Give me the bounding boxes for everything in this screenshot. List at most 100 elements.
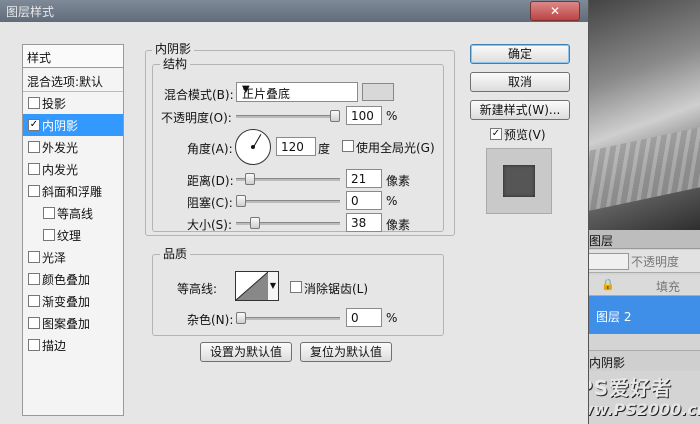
size-unit: 像素 bbox=[386, 218, 411, 232]
style-item-checkbox[interactable] bbox=[28, 97, 40, 109]
opacity-input[interactable]: 100 bbox=[346, 106, 382, 125]
size-slider-thumb[interactable] bbox=[250, 217, 261, 229]
style-item[interactable]: 斜面和浮雕 bbox=[23, 180, 123, 202]
noise-input[interactable]: 0 bbox=[346, 308, 382, 327]
quality-title: 品质 bbox=[160, 245, 191, 262]
style-item-label: 投影 bbox=[42, 97, 67, 111]
layer-row-selected[interactable]: 图层 2 bbox=[581, 296, 700, 334]
style-item[interactable]: 内发光 bbox=[23, 158, 123, 180]
style-item-checkbox[interactable] bbox=[28, 273, 40, 285]
blend-mode-select[interactable]: 正片叠底 ▼ bbox=[236, 82, 358, 102]
opacity-unit: % bbox=[386, 109, 398, 123]
size-slider[interactable] bbox=[236, 217, 340, 229]
style-item-checkbox[interactable] bbox=[28, 317, 40, 329]
angle-input[interactable]: 120 bbox=[276, 137, 316, 156]
choke-input[interactable]: 0 bbox=[346, 191, 382, 210]
styles-header[interactable]: 样式 bbox=[23, 45, 123, 68]
set-default-button[interactable]: 设置为默认值 bbox=[200, 342, 292, 362]
style-item-checkbox[interactable] bbox=[28, 295, 40, 307]
anti-alias-checkbox[interactable] bbox=[290, 281, 302, 293]
choke-label: 阻塞(C): bbox=[187, 196, 233, 210]
distance-unit: 像素 bbox=[386, 174, 411, 188]
angle-dial-center bbox=[251, 145, 255, 149]
style-item[interactable]: ✓ 内阴影 bbox=[23, 114, 123, 136]
blend-options-label: 混合选项:默认 bbox=[27, 75, 104, 89]
angle-dial[interactable] bbox=[235, 129, 271, 165]
dialog-title: 图层样式 bbox=[6, 5, 55, 19]
style-list: 样式 混合选项:默认 投影 ✓ 内阴影 外发光 内发光 斜面和浮雕 等高线 纹理 光泽 颜色叠加渐… bbox=[22, 44, 124, 416]
angle-value: 120 bbox=[281, 140, 304, 154]
angle-label: 角度(A): bbox=[187, 142, 233, 156]
style-item-checkbox[interactable] bbox=[43, 207, 55, 219]
structure-title: 结构 bbox=[160, 55, 191, 72]
close-button[interactable]: ✕ bbox=[530, 1, 580, 21]
choke-slider[interactable] bbox=[236, 195, 340, 207]
style-item-checkbox[interactable] bbox=[28, 339, 40, 351]
style-item-label: 描边 bbox=[42, 339, 67, 353]
size-label: 大小(S): bbox=[187, 218, 233, 232]
preview-toggle[interactable]: ✓ 预览(V) bbox=[490, 126, 570, 142]
style-preview bbox=[486, 148, 552, 214]
style-item-checkbox[interactable] bbox=[28, 163, 40, 175]
style-item[interactable]: 光泽 bbox=[23, 246, 123, 268]
layer-effect-row[interactable]: 内阴影 bbox=[581, 350, 700, 371]
contour-picker[interactable] bbox=[235, 271, 269, 301]
layer-opacity-label: 不透明度 bbox=[631, 255, 680, 269]
distance-slider[interactable] bbox=[236, 173, 340, 185]
style-item-checkbox[interactable] bbox=[28, 185, 40, 197]
layer-lock-row: 🔒 填充 bbox=[581, 275, 700, 296]
noise-slider-thumb[interactable] bbox=[236, 312, 246, 324]
new-style-button[interactable]: 新建样式(W)... bbox=[470, 100, 570, 120]
style-item-checkbox[interactable] bbox=[28, 251, 40, 263]
shadow-color-swatch[interactable] bbox=[362, 83, 394, 101]
preview-label: 预览(V) bbox=[504, 128, 546, 142]
noise-label: 杂色(N): bbox=[187, 313, 234, 327]
style-item[interactable]: 纹理 bbox=[23, 224, 123, 246]
title-bar[interactable]: 图层样式 ✕ bbox=[0, 0, 588, 22]
choke-unit: % bbox=[386, 194, 398, 208]
style-item-checkbox[interactable]: ✓ bbox=[28, 119, 40, 131]
distance-input[interactable]: 21 bbox=[346, 169, 382, 188]
distance-label: 距离(D): bbox=[187, 174, 234, 188]
style-item[interactable]: 颜色叠加 bbox=[23, 268, 123, 290]
preview-checkbox[interactable]: ✓ bbox=[490, 128, 502, 140]
style-item[interactable]: 等高线 bbox=[23, 202, 123, 224]
distance-slider-thumb[interactable] bbox=[245, 173, 256, 185]
lock-icon[interactable]: 🔒 bbox=[601, 278, 615, 291]
style-item-label: 内阴影 bbox=[42, 119, 79, 133]
opacity-slider[interactable] bbox=[236, 110, 340, 122]
reset-default-button[interactable]: 复位为默认值 bbox=[300, 342, 392, 362]
anti-alias-label: 消除锯齿(L) bbox=[304, 282, 369, 296]
style-item[interactable]: 图案叠加 bbox=[23, 312, 123, 334]
style-item[interactable]: 外发光 bbox=[23, 136, 123, 158]
layer-blend-select[interactable] bbox=[585, 253, 629, 270]
blend-options-default[interactable]: 混合选项:默认 bbox=[23, 69, 123, 92]
opacity-slider-thumb[interactable] bbox=[330, 110, 340, 122]
style-item-checkbox[interactable] bbox=[43, 229, 55, 241]
layer-fill-label: 填充 bbox=[656, 280, 681, 294]
noise-slider[interactable] bbox=[236, 312, 340, 324]
size-value: 38 bbox=[351, 216, 367, 230]
style-item[interactable]: 描边 bbox=[23, 334, 123, 356]
styles-header-label: 样式 bbox=[27, 51, 52, 65]
layer-name: 图层 2 bbox=[596, 310, 632, 324]
cancel-button[interactable]: 取消 bbox=[470, 72, 570, 92]
chevron-down-icon[interactable]: ▼ bbox=[268, 271, 279, 301]
noise-value: 0 bbox=[351, 311, 359, 325]
layer-opacity-row: 不透明度 bbox=[581, 250, 700, 273]
layers-tab[interactable]: 图层 bbox=[581, 230, 700, 249]
global-light-checkbox[interactable] bbox=[342, 140, 354, 152]
global-light-label: 使用全局光(G) bbox=[356, 141, 435, 155]
ok-button[interactable]: 确定 bbox=[470, 44, 570, 64]
style-item-checkbox[interactable] bbox=[28, 141, 40, 153]
style-item[interactable]: 渐变叠加 bbox=[23, 290, 123, 312]
size-input[interactable]: 38 bbox=[346, 213, 382, 232]
choke-value: 0 bbox=[351, 194, 359, 208]
opacity-value: 100 bbox=[351, 109, 374, 123]
style-item[interactable]: 投影 bbox=[23, 92, 123, 114]
noise-slider-track bbox=[236, 317, 340, 320]
distance-value: 21 bbox=[351, 172, 367, 186]
choke-slider-thumb[interactable] bbox=[236, 195, 246, 207]
style-preview-swatch bbox=[503, 165, 535, 197]
style-item-label: 图案叠加 bbox=[42, 317, 91, 331]
